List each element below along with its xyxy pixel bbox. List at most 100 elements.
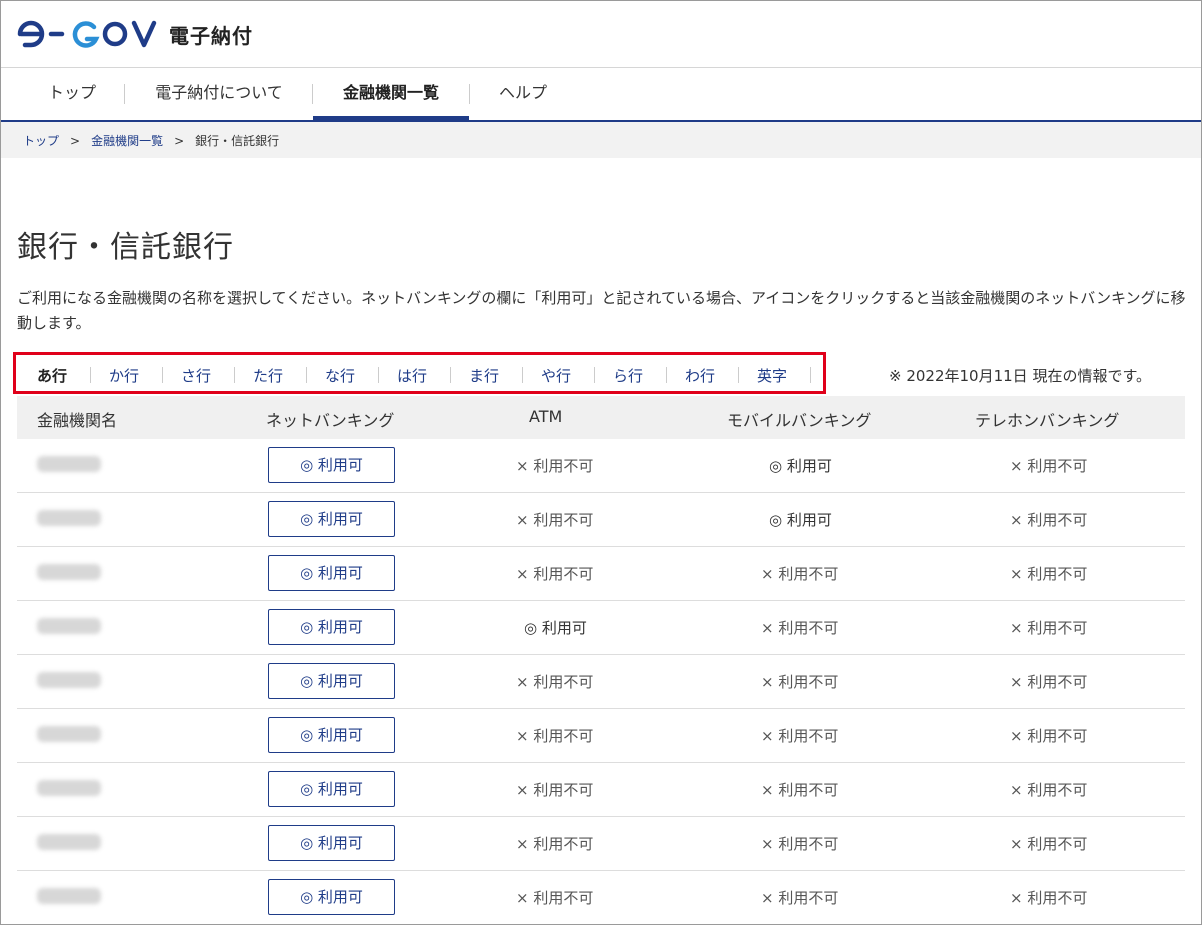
net-banking-button[interactable]: ◎ 利用可 bbox=[268, 609, 395, 645]
telephone-banking-status: × 利用不可 bbox=[1010, 619, 1088, 637]
breadcrumb-separator: > bbox=[70, 133, 81, 148]
mobile-banking-status: × 利用不可 bbox=[761, 889, 839, 907]
breadcrumb-current: 銀行・信託銀行 bbox=[195, 134, 280, 148]
kana-divider bbox=[738, 367, 739, 383]
table-header: 金融機関名 ネットバンキング ATM モバイルバンキング テレホンバンキング bbox=[17, 396, 1185, 439]
column-header-name: 金融機関名 bbox=[37, 411, 118, 430]
egov-logo-icon bbox=[17, 20, 157, 48]
kana-tab-wa[interactable]: わ行 bbox=[685, 365, 715, 386]
as-of-note: ※ 2022年10月11日 現在の情報です。 bbox=[889, 367, 1151, 385]
telephone-banking-status: × 利用不可 bbox=[1010, 889, 1088, 907]
mobile-banking-status: × 利用不可 bbox=[761, 619, 839, 637]
nav-divider bbox=[469, 84, 470, 104]
site-title: 電子納付 bbox=[169, 24, 253, 48]
atm-status: × 利用不可 bbox=[516, 727, 594, 745]
page-description: ご利用になる金融機関の名称を選択してください。ネットバンキングの欄に「利用可」と… bbox=[17, 289, 1186, 332]
net-banking-button[interactable]: ◎ 利用可 bbox=[268, 447, 395, 483]
table-row: ◎ 利用可 × 利用不可 ◎ 利用可 × 利用不可 bbox=[17, 493, 1185, 547]
kana-index-nav: あ行 か行 さ行 た行 な行 は行 ま行 や行 ら行 わ行 英字 bbox=[13, 352, 826, 394]
net-banking-button[interactable]: ◎ 利用可 bbox=[268, 771, 395, 807]
bank-name-link[interactable] bbox=[37, 510, 101, 526]
net-banking-button[interactable]: ◎ 利用可 bbox=[268, 663, 395, 699]
kana-tab-ha[interactable]: は行 bbox=[397, 365, 427, 386]
kana-divider bbox=[90, 367, 91, 383]
atm-status: × 利用不可 bbox=[516, 673, 594, 691]
telephone-banking-status: × 利用不可 bbox=[1010, 457, 1088, 475]
table-row: ◎ 利用可 × 利用不可 × 利用不可 × 利用不可 bbox=[17, 871, 1185, 925]
atm-status: × 利用不可 bbox=[516, 511, 594, 529]
bank-name-link[interactable] bbox=[37, 564, 101, 580]
net-banking-button[interactable]: ◎ 利用可 bbox=[268, 879, 395, 915]
atm-status: × 利用不可 bbox=[516, 889, 594, 907]
net-banking-button[interactable]: ◎ 利用可 bbox=[268, 717, 395, 753]
telephone-banking-status: × 利用不可 bbox=[1010, 673, 1088, 691]
table-row: ◎ 利用可 × 利用不可 × 利用不可 × 利用不可 bbox=[17, 763, 1185, 817]
bank-name-link[interactable] bbox=[37, 888, 101, 904]
telephone-banking-status: × 利用不可 bbox=[1010, 781, 1088, 799]
mobile-banking-status: × 利用不可 bbox=[761, 673, 839, 691]
table-row: ◎ 利用可 × 利用不可 × 利用不可 × 利用不可 bbox=[17, 547, 1185, 601]
site-header: 電子納付 bbox=[0, 0, 1202, 68]
egov-logo[interactable] bbox=[16, 18, 160, 50]
mobile-banking-status: ◎ 利用可 bbox=[769, 457, 832, 475]
breadcrumb-separator: > bbox=[174, 133, 185, 148]
kana-tab-ya[interactable]: や行 bbox=[541, 365, 571, 386]
kana-tab-alphabet[interactable]: 英字 bbox=[757, 365, 787, 386]
column-header-mobile: モバイルバンキング bbox=[727, 411, 872, 430]
table-row: ◎ 利用可 × 利用不可 ◎ 利用可 × 利用不可 bbox=[17, 439, 1185, 493]
telephone-banking-status: × 利用不可 bbox=[1010, 511, 1088, 529]
kana-divider bbox=[378, 367, 379, 383]
net-banking-button[interactable]: ◎ 利用可 bbox=[268, 825, 395, 861]
breadcrumb-bar: トップ > 金融機関一覧 > 銀行・信託銀行 bbox=[1, 122, 1201, 158]
nav-item-help[interactable]: ヘルプ bbox=[480, 68, 566, 120]
bank-name-link[interactable] bbox=[37, 618, 101, 634]
atm-status: × 利用不可 bbox=[516, 835, 594, 853]
bank-name-link[interactable] bbox=[37, 834, 101, 850]
mobile-banking-status: × 利用不可 bbox=[761, 727, 839, 745]
bank-name-link[interactable] bbox=[37, 456, 101, 472]
kana-tab-ta[interactable]: た行 bbox=[253, 365, 283, 386]
page-title: 銀行・信託銀行 bbox=[17, 230, 234, 265]
kana-tab-sa[interactable]: さ行 bbox=[181, 365, 211, 386]
mobile-banking-status: ◎ 利用可 bbox=[769, 511, 832, 529]
nav-item-about[interactable]: 電子納付について bbox=[137, 68, 301, 120]
table-row: ◎ 利用可 × 利用不可 × 利用不可 × 利用不可 bbox=[17, 655, 1185, 709]
column-header-net-banking: ネットバンキング bbox=[266, 411, 395, 430]
kana-tab-na[interactable]: な行 bbox=[325, 365, 355, 386]
kana-divider bbox=[234, 367, 235, 383]
kana-tab-ma[interactable]: ま行 bbox=[469, 365, 499, 386]
kana-divider bbox=[450, 367, 451, 383]
kana-tab-ra[interactable]: ら行 bbox=[613, 365, 643, 386]
bank-name-link[interactable] bbox=[37, 726, 101, 742]
breadcrumb: トップ > 金融機関一覧 > 銀行・信託銀行 bbox=[23, 132, 279, 149]
kana-tab-a[interactable]: あ行 bbox=[37, 365, 67, 386]
column-header-atm: ATM bbox=[529, 407, 563, 426]
net-banking-button[interactable]: ◎ 利用可 bbox=[268, 555, 395, 591]
nav-item-institutions[interactable]: 金融機関一覧 bbox=[313, 68, 469, 120]
bank-name-link[interactable] bbox=[37, 780, 101, 796]
kana-divider bbox=[522, 367, 523, 383]
nav-item-top[interactable]: トップ bbox=[20, 68, 124, 120]
breadcrumb-link-institutions[interactable]: 金融機関一覧 bbox=[91, 132, 163, 149]
atm-status: ◎ 利用可 bbox=[524, 619, 587, 637]
telephone-banking-status: × 利用不可 bbox=[1010, 565, 1088, 583]
table-row: ◎ 利用可 × 利用不可 × 利用不可 × 利用不可 bbox=[17, 817, 1185, 871]
kana-divider bbox=[162, 367, 163, 383]
net-banking-button[interactable]: ◎ 利用可 bbox=[268, 501, 395, 537]
nav-divider bbox=[124, 84, 125, 104]
kana-divider bbox=[306, 367, 307, 383]
kana-divider bbox=[594, 367, 595, 383]
telephone-banking-status: × 利用不可 bbox=[1010, 835, 1088, 853]
mobile-banking-status: × 利用不可 bbox=[761, 565, 839, 583]
kana-divider bbox=[810, 367, 811, 383]
atm-status: × 利用不可 bbox=[516, 457, 594, 475]
telephone-banking-status: × 利用不可 bbox=[1010, 727, 1088, 745]
kana-divider bbox=[666, 367, 667, 383]
bank-name-link[interactable] bbox=[37, 672, 101, 688]
atm-status: × 利用不可 bbox=[516, 565, 594, 583]
kana-tab-ka[interactable]: か行 bbox=[109, 365, 139, 386]
table-row: ◎ 利用可 ◎ 利用可 × 利用不可 × 利用不可 bbox=[17, 601, 1185, 655]
atm-status: × 利用不可 bbox=[516, 781, 594, 799]
breadcrumb-link-top[interactable]: トップ bbox=[23, 132, 59, 149]
mobile-banking-status: × 利用不可 bbox=[761, 835, 839, 853]
